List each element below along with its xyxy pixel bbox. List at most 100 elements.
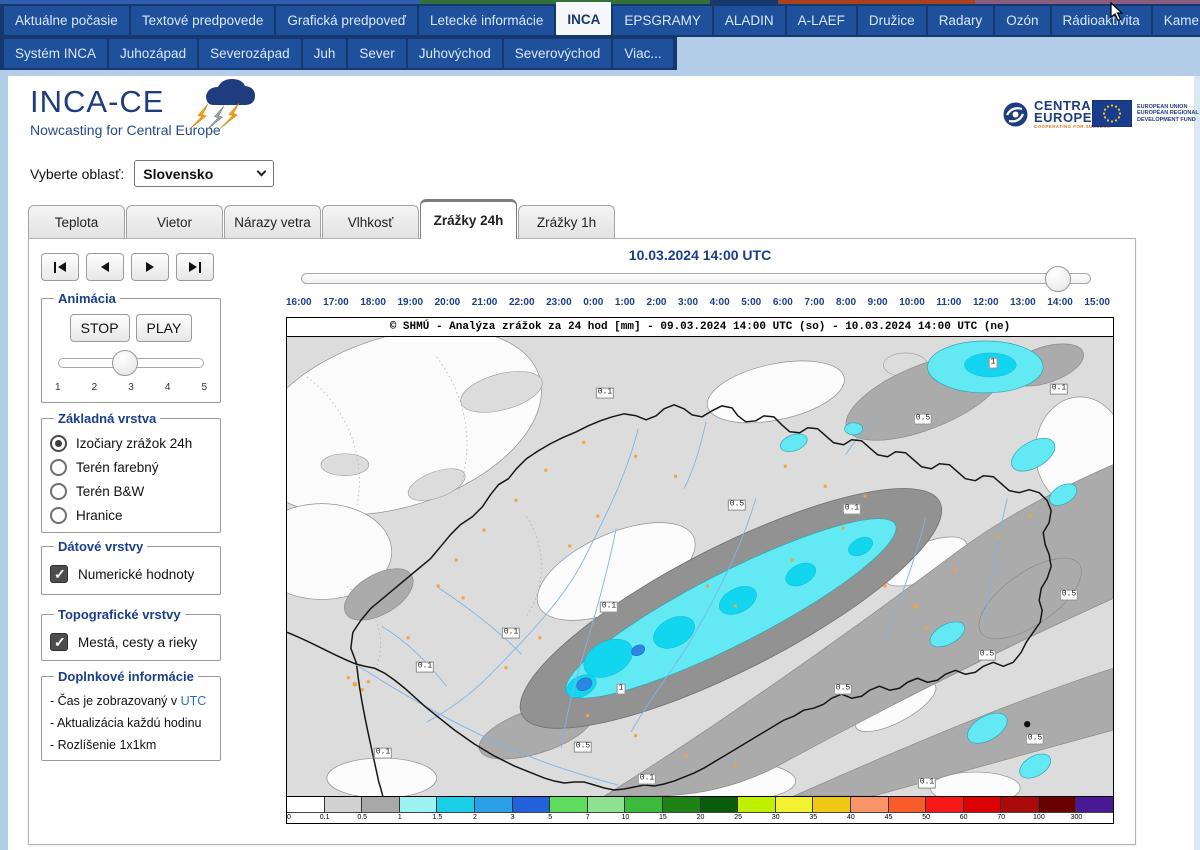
radio-icon[interactable]: [50, 483, 67, 500]
timeline-tick[interactable]: 19:00: [397, 297, 423, 308]
main-nav-tab[interactable]: Kamery: [1153, 6, 1200, 35]
sub-nav-tab[interactable]: Sever: [348, 39, 405, 68]
main-nav-tab[interactable]: ALADIN: [714, 6, 785, 35]
contour-value-label: 0.1: [596, 388, 614, 399]
timeline-tick[interactable]: 6:00: [773, 297, 793, 308]
sub-nav-tab[interactable]: Severovýchod: [504, 39, 612, 68]
step-forward-button[interactable]: [131, 253, 169, 281]
timeline-tick[interactable]: 20:00: [435, 297, 461, 308]
sub-nav-tab[interactable]: Juhovýchod: [408, 39, 502, 68]
central-europe-swirl-icon: [1002, 101, 1029, 128]
timeline-tick[interactable]: 10:00: [899, 297, 925, 308]
contour-value-label: 0.5: [728, 500, 746, 511]
timeline-tick[interactable]: 3:00: [678, 297, 698, 308]
step-back-button[interactable]: [86, 253, 124, 281]
skip-last-icon: [189, 262, 197, 272]
timeline-tick[interactable]: 23:00: [546, 297, 572, 308]
colorbar-cell: 0.5: [361, 797, 399, 812]
timeline-tick[interactable]: 11:00: [936, 297, 961, 308]
timeline-tick[interactable]: 18:00: [360, 297, 386, 308]
main-nav-tab[interactable]: Radary: [928, 6, 994, 35]
sub-nav-tab[interactable]: Systém INCA: [4, 39, 107, 68]
stop-button[interactable]: STOP: [70, 314, 130, 342]
timeline-tick[interactable]: 7:00: [804, 297, 824, 308]
eu-flag-icon: [1092, 100, 1132, 127]
base-layer-option[interactable]: Hranice: [50, 507, 212, 524]
mouse-cursor-icon: [1110, 2, 1124, 22]
timeline-tick[interactable]: 1:00: [615, 297, 635, 308]
parameter-tab[interactable]: Teplota: [28, 205, 125, 238]
precipitation-map: © SHMÚ - Analýza zrážok za 24 hod [mm] -…: [286, 317, 1114, 824]
speed-slider[interactable]: [58, 358, 204, 368]
main-nav-tab[interactable]: Aktuálne počasie: [4, 6, 129, 35]
utc-link[interactable]: UTC: [181, 694, 207, 708]
sub-nav-tab[interactable]: Viac...: [613, 39, 672, 68]
skip-first-button[interactable]: [41, 253, 79, 281]
parameter-tab[interactable]: Zrážky 24h: [420, 199, 517, 239]
colorbar-value-label: 25: [734, 814, 742, 821]
main-nav-tab[interactable]: INCA: [556, 2, 611, 35]
radio-icon[interactable]: [50, 507, 67, 524]
main-nav-tab[interactable]: Družice: [858, 6, 926, 35]
timeline-tick[interactable]: 21:00: [472, 297, 498, 308]
colorbar-value-label: 45: [885, 814, 893, 821]
map-area: 10.03.2024 14:00 UTC 16:0017:0018:0019:0…: [279, 239, 1131, 844]
timeline-slider-handle[interactable]: [1045, 266, 1071, 292]
timeline-tick[interactable]: 9:00: [868, 297, 888, 308]
topo-layer-option[interactable]: Mestá, cesty a rieky: [50, 633, 212, 651]
timeline-tick[interactable]: 0:00: [583, 297, 603, 308]
timeline-tick[interactable]: 2:00: [646, 297, 666, 308]
map-canvas[interactable]: 0.10.10.10.10.10.10.50.5110.50.50.50.50.…: [287, 337, 1113, 797]
eu-line2: EUROPEAN REGIONAL: [1137, 110, 1199, 116]
skip-last-button[interactable]: [176, 253, 214, 281]
timeline-tick[interactable]: 17:00: [323, 297, 349, 308]
base-layer-option[interactable]: Terén farebný: [50, 459, 212, 476]
timeline-tick[interactable]: 15:00: [1084, 297, 1110, 308]
speed-tick-label: 5: [201, 382, 207, 393]
base-layer-option[interactable]: Izočiary zrážok 24h: [50, 435, 212, 452]
main-nav-tab[interactable]: Grafická predpoveď: [276, 6, 417, 35]
colorbar-value-label: 20: [697, 814, 705, 821]
timeline-tick[interactable]: 22:00: [509, 297, 535, 308]
parameter-tab[interactable]: Nárazy vetra: [224, 205, 321, 238]
timeline-tick[interactable]: 14:00: [1047, 297, 1073, 308]
main-nav-tab[interactable]: Ozón: [995, 6, 1049, 35]
parameter-tab[interactable]: Vlhkosť: [322, 205, 419, 238]
main-nav-tab[interactable]: A-LAEF: [787, 6, 856, 35]
base-layer-option[interactable]: Terén B&W: [50, 483, 212, 500]
main-nav-tab[interactable]: EPSGRAMY: [613, 6, 712, 35]
timeline-slider[interactable]: [301, 273, 1091, 284]
eu-line3: DEVELOPMENT FUND: [1137, 117, 1199, 123]
main-nav-tab[interactable]: Rádioaktivita: [1052, 6, 1151, 35]
contour-value-label: 0.5: [1026, 734, 1044, 745]
radio-icon[interactable]: [50, 459, 67, 476]
contour-value-label: 1: [617, 684, 626, 695]
colorbar-cell: 40: [850, 797, 888, 812]
play-button[interactable]: PLAY: [136, 314, 193, 342]
timeline-tick[interactable]: 5:00: [741, 297, 761, 308]
timeline-tick[interactable]: 16:00: [286, 297, 312, 308]
colorbar-cell: 2: [474, 797, 512, 812]
contour-value-label: 0.5: [1060, 590, 1078, 601]
parameter-tab[interactable]: Zrážky 1h: [518, 205, 615, 238]
colorbar-cell: 15: [662, 797, 700, 812]
timeline-tick[interactable]: 8:00: [836, 297, 856, 308]
colorbar-cell: 100: [1038, 797, 1076, 812]
timeline-tick[interactable]: 12:00: [973, 297, 999, 308]
sub-nav-tab[interactable]: Juh: [303, 39, 347, 68]
speed-slider-handle[interactable]: [112, 350, 138, 376]
data-layer-option[interactable]: Numerické hodnoty: [50, 565, 212, 583]
info-line-update: - Aktualizácia každú hodinu: [50, 716, 212, 730]
colorbar-cell: 0.1: [324, 797, 362, 812]
timeline-tick[interactable]: 4:00: [710, 297, 730, 308]
sub-nav-tab[interactable]: Severozápad: [199, 39, 301, 68]
checkbox-icon[interactable]: [50, 565, 68, 583]
parameter-tab[interactable]: Vietor: [126, 205, 223, 238]
main-nav-tab[interactable]: Textové predpovede: [131, 6, 275, 35]
region-select[interactable]: Slovensko: [134, 160, 274, 187]
timeline-tick[interactable]: 13:00: [1010, 297, 1036, 308]
checkbox-icon[interactable]: [50, 633, 68, 651]
main-nav-tab[interactable]: Letecké informácie: [419, 6, 554, 35]
sub-nav-tab[interactable]: Juhozápad: [109, 39, 197, 68]
radio-icon[interactable]: [50, 435, 67, 452]
